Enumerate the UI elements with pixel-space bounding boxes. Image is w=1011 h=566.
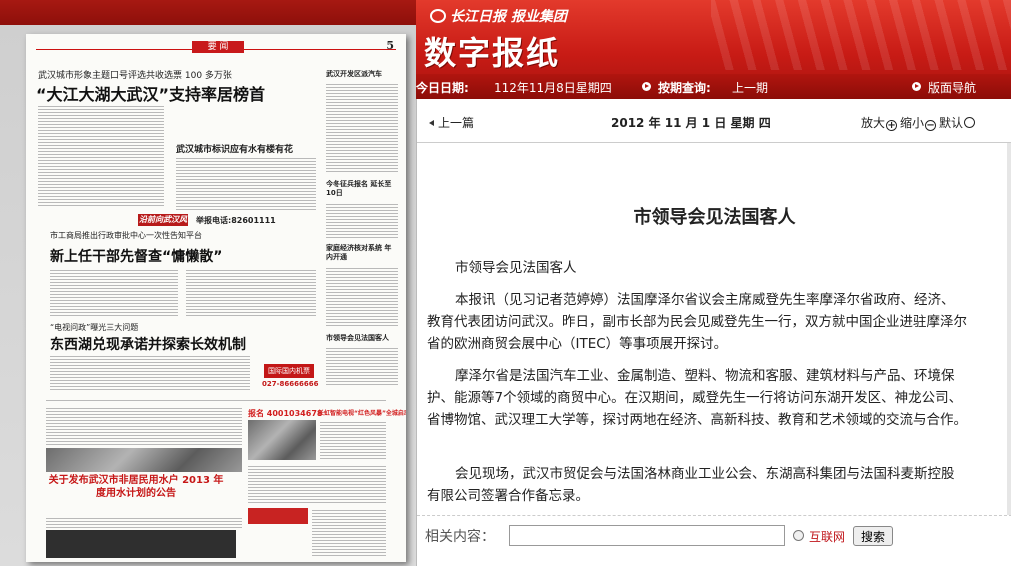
related-search-input[interactable] (509, 525, 785, 546)
newspaper-panel: 要 闻 5 武汉城市形象主题口号评选共收选票 100 多万张 “大江大湖大武汉”… (0, 0, 416, 566)
article-paragraph: 本报讯（见习记者范婷婷）法国摩泽尔省议会主席威登先生率摩泽尔省政府、经济、教育代… (427, 292, 967, 352)
paper-section-label: 要 闻 (192, 41, 244, 53)
paper-text-block (46, 516, 242, 528)
paper-hotline-number: 027-86666666 (262, 380, 319, 388)
zoom-in-icon[interactable]: + (886, 120, 898, 131)
left-arrow-icon (429, 120, 434, 126)
paper-headline-right[interactable]: 武汉城市标识应有水有楼有花 (176, 142, 293, 155)
paper-headline-2[interactable]: 新上任干部先督查“慵懒散” (50, 246, 222, 266)
related-label: 相关内容： (425, 529, 495, 545)
header-date-bar: 今日日期: 112年11月8日星期四 按期查询: 上一期 版面导航 (416, 74, 1011, 99)
paper-ad-title-1: 报名 4001034678 (248, 409, 323, 418)
page-nav-link[interactable]: 版面导航 (928, 79, 976, 96)
article-toolbar: 上一篇 2012 年 11 月 1 日 星期 四 放大 + 缩小 − 默认 (417, 99, 1011, 143)
zoom-in-label: 放大 (861, 116, 886, 130)
zoom-default-label: 默认 (939, 116, 964, 130)
zoom-default-icon[interactable] (964, 117, 976, 128)
paper-divider (46, 398, 386, 401)
paper-text-block (38, 104, 164, 208)
paper-ad-red (248, 508, 308, 524)
related-search-bar: 相关内容： 互联网 搜索 (417, 515, 1011, 566)
paper-subhead-3[interactable]: “电视问政”曝光三大问题 (50, 322, 138, 333)
article-scrollbar[interactable] (1007, 143, 1011, 515)
issue-query-label: 按期查询: (658, 81, 711, 95)
site-title: 数字报纸 (424, 34, 561, 72)
search-button[interactable]: 搜索 (853, 526, 893, 546)
paper-text-block (326, 202, 398, 240)
paper-ad-title-2: 长虹智能电视“红色风暴”全城启动 (318, 410, 406, 417)
brand-logo: 长江日报 报业集团 (430, 6, 567, 26)
paper-text-block (326, 266, 398, 328)
zoom-out-label: 缩小 (900, 116, 925, 130)
query-arrow-icon (642, 82, 651, 91)
paper-bottom-ad (46, 530, 236, 558)
brand-mark-icon (430, 9, 446, 23)
paper-right-col-1[interactable]: 武汉开发区派汽车 (326, 70, 398, 79)
article-paragraph: 会见现场，武汉市贸促会与法国洛林商业工业公会、东湖高科集团与法国科麦斯控股有限公… (427, 466, 955, 504)
paper-ad-photo (248, 420, 316, 460)
paper-text-block (50, 268, 178, 318)
article-paragraph: 市领导会见法国客人 (455, 260, 577, 276)
paper-text-block (176, 156, 316, 210)
article-paragraph: 摩泽尔省是法国汽车工业、金属制造、塑料、物流和客服、建筑材料与产品、环境保护、能… (427, 368, 967, 428)
internet-radio-label[interactable]: 互联网 (809, 528, 845, 545)
today-date-value: 112年11月8日星期四 (494, 81, 612, 95)
site-header: 长江日报 报业集团 数字报纸 今日日期: 112年11月8日星期四 按期查询: … (416, 0, 1011, 99)
paper-notice[interactable]: 关于发布武汉市非居民用水户 2013 年度用水计划的公告 (48, 474, 224, 514)
today-date-label: 今日日期: (416, 81, 469, 95)
paper-column-banner: 沿前向武汉风景 (138, 214, 188, 236)
prev-article-label: 上一篇 (438, 116, 475, 130)
paper-headline-1[interactable]: “大江大湖大武汉”支持率居榜首 (36, 81, 265, 105)
article-panel: 上一篇 2012 年 11 月 1 日 星期 四 放大 + 缩小 − 默认 市领导会见法… (416, 99, 1011, 566)
previous-issue-link[interactable]: 上一期 (732, 79, 768, 96)
paper-text-block (326, 82, 398, 174)
paper-ad-photo (46, 448, 242, 472)
paper-ad-block (320, 420, 386, 460)
header-decoration (711, 0, 1011, 70)
paper-text-block (326, 346, 398, 386)
zoom-controls: 放大 + 缩小 − 默认 (861, 114, 978, 131)
paper-ad-block (46, 406, 242, 446)
paper-right-col-4[interactable]: 市领导会见法国客人 (326, 334, 398, 343)
paper-text-block (186, 268, 316, 318)
paper-right-col-2[interactable]: 今冬征兵报名 延长至10日 (326, 180, 398, 198)
paper-text-block (50, 354, 250, 390)
article-date: 2012 年 11 月 1 日 星期 四 (611, 116, 771, 130)
prev-article-link[interactable]: 上一篇 (429, 114, 474, 131)
newspaper-page-image[interactable]: 要 闻 5 武汉城市形象主题口号评选共收选票 100 多万张 “大江大湖大武汉”… (26, 34, 406, 562)
paper-headline-3[interactable]: 东西湖兑现承诺并探索长效机制 (50, 334, 246, 354)
paper-subhead-2[interactable]: 市工商局推出行政审批中心一次性告知平台 (50, 230, 202, 241)
internet-radio[interactable] (793, 530, 804, 541)
zoom-out-icon[interactable]: − (925, 120, 937, 131)
paper-page-number: 5 (386, 39, 394, 52)
paper-ad-block (248, 464, 386, 504)
brand-name: 长江日报 报业集团 (450, 9, 567, 25)
paper-ad-block (312, 508, 386, 556)
paper-tel: 举报电话:82601111 (196, 216, 276, 225)
nav-arrow-icon (912, 82, 921, 91)
paper-right-col-3[interactable]: 家庭经济核对系统 年内开通 (326, 244, 398, 262)
paper-subhead-1[interactable]: 武汉城市形象主题口号评选共收选票 100 多万张 (38, 68, 232, 81)
paper-hotline-box: 国际国内机票 (264, 364, 314, 378)
article-title: 市领导会见法国客人 (633, 207, 796, 228)
paper-notice-title: 关于发布武汉市非居民用水户 2013 年度用水计划的公告 (48, 475, 224, 499)
